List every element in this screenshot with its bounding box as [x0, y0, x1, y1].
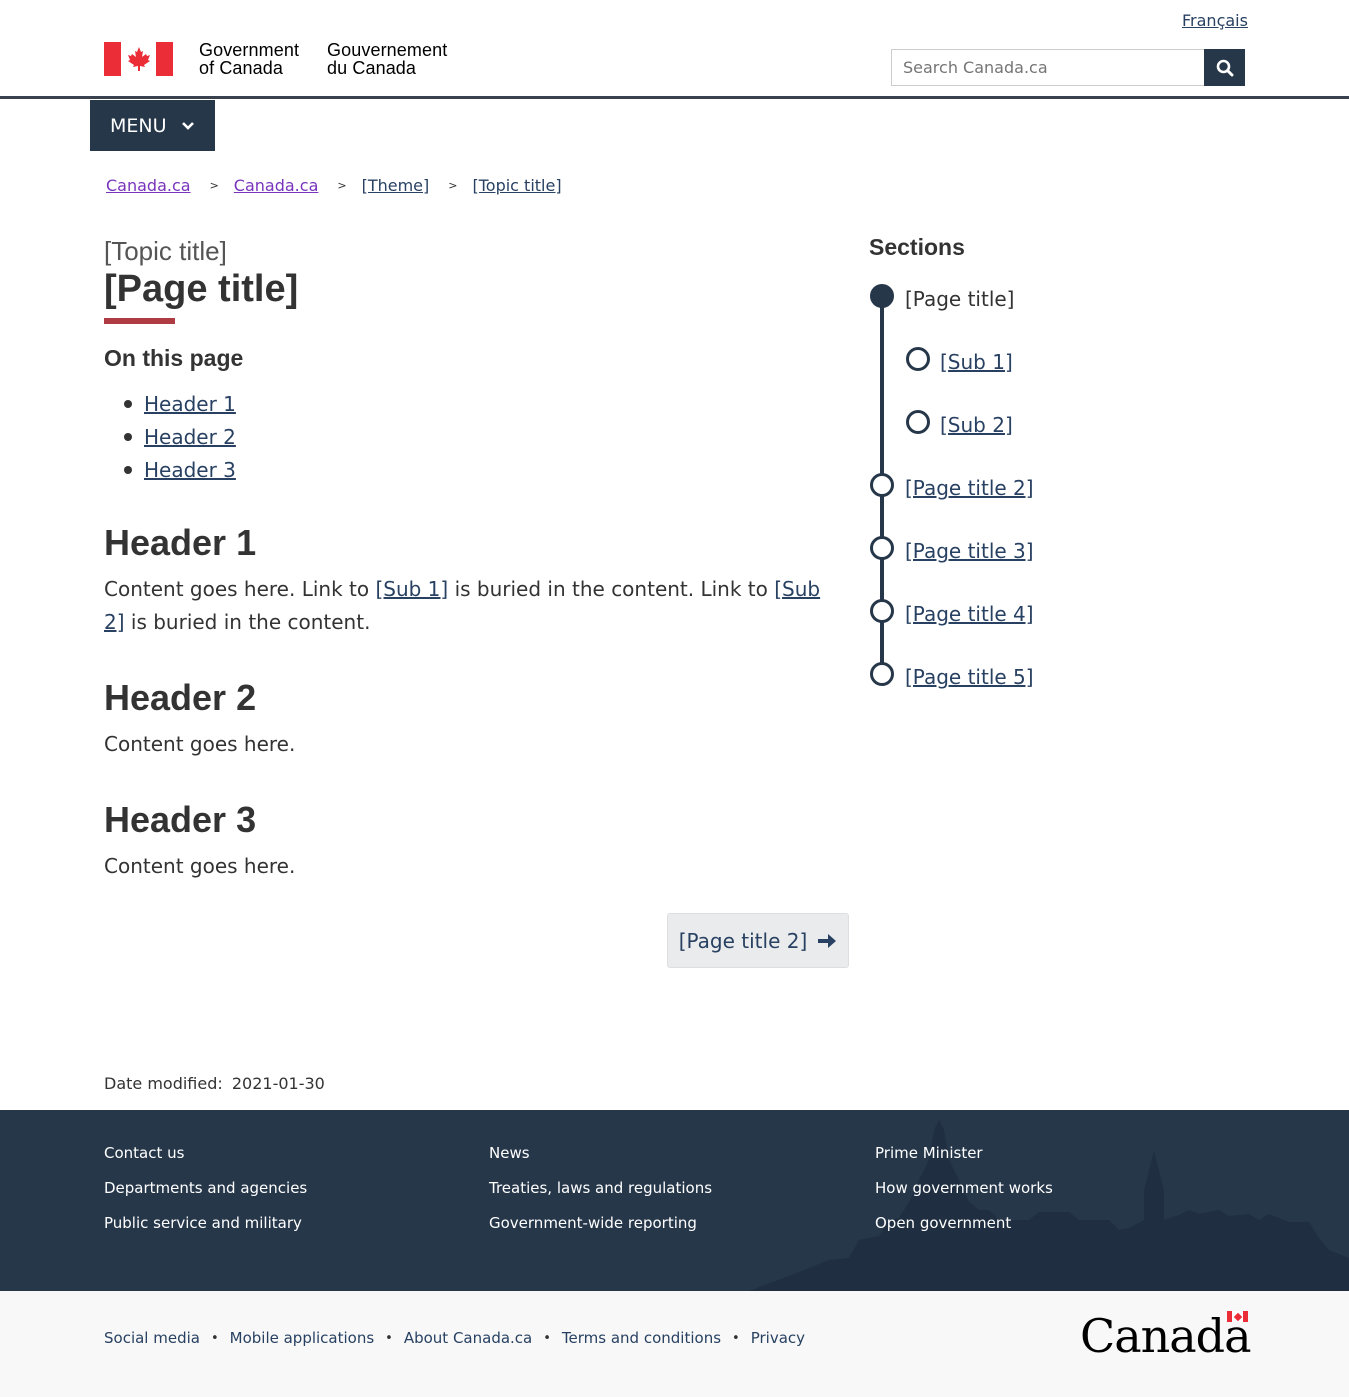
footer-link-public-service[interactable]: Public service and military: [104, 1214, 302, 1232]
footer-link-reporting[interactable]: Government-wide reporting: [489, 1214, 697, 1232]
page-title: [Page title]: [104, 268, 299, 310]
title-underline: [104, 318, 175, 324]
language-toggle-link[interactable]: Français: [1182, 11, 1248, 30]
footer-column-2: News Treaties, laws and regulations Gove…: [489, 1144, 712, 1249]
list-item: Header 3: [124, 453, 236, 486]
footer-link-departments[interactable]: Departments and agencies: [104, 1179, 307, 1197]
footer-column-1: Contact us Departments and agencies Publ…: [104, 1144, 307, 1249]
footer-link-about[interactable]: About Canada.ca: [404, 1329, 532, 1347]
step-node: [870, 473, 894, 497]
toc-link-header-2[interactable]: Header 2: [144, 425, 236, 449]
section-paragraph-2: Content goes here.: [104, 732, 296, 756]
footer-column-3: Prime Minister How government works Open…: [875, 1144, 1053, 1249]
step-node-current: [870, 284, 894, 308]
on-this-page-list: Header 1 Header 2 Header 3: [124, 387, 236, 486]
canada-flag-icon: [1227, 1311, 1248, 1322]
footer-link-terms[interactable]: Terms and conditions: [562, 1329, 721, 1347]
date-modified-label: Date modified:: [104, 1074, 223, 1093]
footer-link-how-government-works[interactable]: How government works: [875, 1179, 1053, 1197]
step-node: [870, 599, 894, 623]
search-input[interactable]: [891, 49, 1204, 86]
bullet-separator: •: [543, 1330, 551, 1346]
date-modified: Date modified: 2021-01-30: [104, 1074, 325, 1093]
section-heading-2: Header 2: [104, 677, 257, 718]
toc-link-header-1[interactable]: Header 1: [144, 392, 236, 416]
breadcrumb-link-canada-1[interactable]: Canada.ca: [106, 176, 191, 195]
on-this-page-heading: On this page: [104, 345, 244, 371]
bullet-separator: •: [732, 1330, 740, 1346]
sections-heading: Sections: [869, 234, 965, 260]
bullet-icon: [124, 465, 132, 474]
footer-link-contact-us[interactable]: Contact us: [104, 1144, 184, 1162]
next-page-button[interactable]: [Page title 2]: [667, 913, 849, 968]
toc-link-header-3[interactable]: Header 3: [144, 458, 236, 482]
footer-link-treaties[interactable]: Treaties, laws and regulations: [489, 1179, 712, 1197]
breadcrumb-separator: >: [337, 179, 347, 192]
section-paragraph-3: Content goes here.: [104, 854, 296, 878]
footer-link-prime-minister[interactable]: Prime Minister: [875, 1144, 983, 1162]
step-link-page-title-2[interactable]: [Page title 2]: [905, 476, 1034, 500]
bullet-icon: [124, 432, 132, 441]
search-button[interactable]: [1204, 49, 1245, 86]
step-link-page-title-4[interactable]: [Page title 4]: [905, 602, 1034, 626]
canada-wordmark-logo: Canada: [1080, 1309, 1252, 1363]
breadcrumb-separator: >: [209, 179, 219, 192]
site-search: [891, 49, 1245, 86]
bullet-separator: •: [385, 1330, 393, 1346]
topic-title: [Topic title]: [104, 236, 227, 266]
step-link-sub-2[interactable]: [Sub 2]: [940, 413, 1013, 437]
footer-link-open-government[interactable]: Open government: [875, 1214, 1011, 1232]
inline-link-sub-1[interactable]: [Sub 1]: [375, 577, 448, 601]
chevron-down-icon: [181, 121, 194, 130]
section-heading-1: Header 1: [104, 522, 257, 563]
step-link-sub-1[interactable]: [Sub 1]: [940, 350, 1013, 374]
step-node-sub: [906, 347, 930, 371]
menu-button[interactable]: MENU: [90, 100, 215, 151]
canada-flag-icon: [104, 42, 173, 76]
step-node: [870, 536, 894, 560]
breadcrumb-link-topic[interactable]: [Topic title]: [472, 176, 561, 195]
date-modified-value: 2021-01-30: [231, 1074, 325, 1093]
footer-link-mobile-apps[interactable]: Mobile applications: [230, 1329, 375, 1347]
footer-sub-links: Social media • Mobile applications • Abo…: [104, 1329, 805, 1347]
bullet-separator: •: [210, 1330, 219, 1346]
list-item: Header 1: [124, 387, 236, 420]
list-item: Header 2: [124, 420, 236, 453]
step-node: [870, 662, 894, 686]
section-paragraph-1: Content goes here. Link to [Sub 1] is bu…: [104, 577, 821, 634]
footer-link-news[interactable]: News: [489, 1144, 530, 1162]
breadcrumb-link-canada-2[interactable]: Canada.ca: [234, 176, 319, 195]
wordmark-french: Gouvernement du Canada: [327, 40, 448, 78]
step-link-page-title-5[interactable]: [Page title 5]: [905, 665, 1034, 689]
footer-main: Contact us Departments and agencies Publ…: [0, 1110, 1349, 1291]
breadcrumb: Canada.ca > Canada.ca > [Theme] > [Topic…: [106, 176, 562, 195]
arrow-right-icon: [818, 933, 837, 948]
section-heading-3: Header 3: [104, 799, 257, 840]
step-node-sub: [906, 410, 930, 434]
step-label-page-title: [Page title]: [905, 287, 1015, 311]
breadcrumb-link-theme[interactable]: [Theme]: [362, 176, 430, 195]
breadcrumb-separator: >: [448, 179, 458, 192]
footer-link-social-media[interactable]: Social media: [104, 1329, 200, 1347]
step-link-page-title-3[interactable]: [Page title 3]: [905, 539, 1034, 563]
government-of-canada-logo[interactable]: Government of Canada Gouvernement du Can…: [104, 41, 447, 77]
footer-link-privacy[interactable]: Privacy: [751, 1329, 805, 1347]
footer-sub: Social media • Mobile applications • Abo…: [0, 1291, 1349, 1397]
header-divider: [0, 96, 1349, 99]
wordmark-english: Government of Canada: [199, 40, 300, 78]
bullet-icon: [124, 399, 132, 408]
search-icon: [1216, 59, 1233, 76]
